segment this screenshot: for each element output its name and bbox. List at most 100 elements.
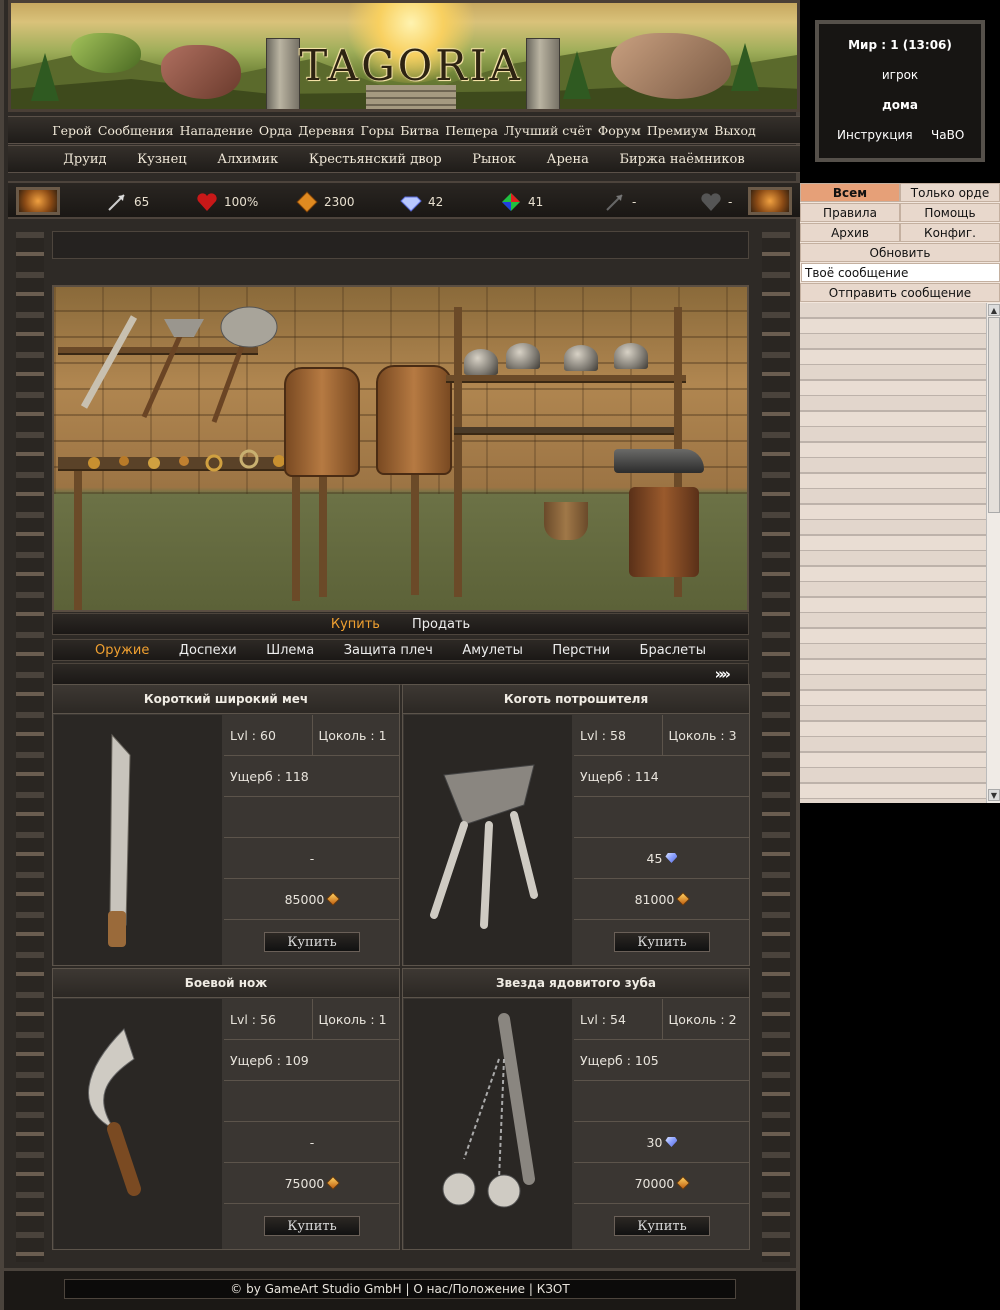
tree-icon	[563, 51, 591, 99]
building-nav-item[interactable]: Алхимик	[217, 152, 278, 167]
trade-tab[interactable]: Продать	[412, 617, 470, 632]
message-strip	[52, 231, 749, 259]
chat-help-button[interactable]: Помощь	[900, 203, 1000, 222]
category-tab[interactable]: Оружие	[95, 643, 149, 658]
helmet-icon	[614, 343, 648, 369]
gem-cost-value: 30	[646, 1134, 663, 1150]
trade-tabs: Купить Продать	[52, 613, 749, 635]
chat-archive-button[interactable]: Архив	[800, 223, 900, 242]
chat-scrollbar[interactable]: ▲ ▼	[986, 303, 1000, 803]
item-stats: Lvl : 58 Цоколь : 3 Ущерб : 114 45 81000 Купи…	[574, 715, 750, 964]
item-level: Lvl : 58	[580, 727, 626, 743]
table-leg	[74, 471, 82, 610]
item-gold-cost: 70000	[574, 1163, 750, 1203]
main-nav-item[interactable]: Орда	[259, 123, 292, 138]
main-nav-item[interactable]: Пещера	[445, 123, 498, 138]
stats-row-buy: Купить	[574, 920, 750, 964]
trade-tab[interactable]: Купить	[331, 617, 380, 632]
category-tab[interactable]: Шлема	[266, 643, 314, 658]
scroll-up-icon[interactable]: ▲	[988, 304, 1000, 316]
building-nav-item[interactable]: Биржа наёмников	[619, 152, 744, 167]
main-nav-item[interactable]: Выход	[714, 123, 755, 138]
resource-bar: 65 100% 2300 42 41 - -	[8, 181, 800, 219]
diamond-icon	[400, 196, 422, 212]
buy-button[interactable]: Купить	[264, 932, 360, 952]
weapon-icon	[88, 1028, 141, 1196]
category-tab[interactable]: Защита плеч	[344, 643, 433, 658]
chat-send-button[interactable]: Отправить сообщение	[800, 283, 1000, 302]
main-nav-item[interactable]: Форум	[598, 123, 641, 138]
stats-row-gold-cost: 85000	[224, 879, 400, 920]
stats-row-damage: Ущерб : 118	[224, 756, 400, 797]
gem-cost-value: -	[309, 850, 315, 866]
gold-value: 2300	[324, 195, 355, 209]
item-name: Короткий широкий меч	[53, 685, 399, 714]
scroll-down-icon[interactable]: ▼	[988, 789, 1000, 801]
chat-refresh-button[interactable]: Обновить	[800, 243, 1000, 262]
building-nav-item[interactable]: Арена	[547, 152, 589, 167]
main-nav-item[interactable]: Горы	[360, 123, 394, 138]
resource-gems: 42	[400, 191, 443, 213]
main-nav-item[interactable]: Битва	[400, 123, 439, 138]
category-tab[interactable]: Перстни	[552, 643, 610, 658]
item-socket: Цоколь : 3	[661, 715, 751, 755]
main-nav-item[interactable]: Сообщения	[98, 123, 174, 138]
blacksmith-scene	[52, 285, 749, 612]
building-nav-item[interactable]: Рынок	[472, 152, 516, 167]
building-nav-item[interactable]: Друид	[63, 152, 106, 167]
item-level: Lvl : 60	[230, 727, 276, 743]
help-link[interactable]: Инструкция	[837, 128, 913, 142]
item-level: Lvl : 56	[230, 1011, 276, 1027]
stats-row-empty	[224, 797, 400, 838]
chat-message-input[interactable]: Твоё сообщение	[801, 263, 1000, 282]
attack-value: 65	[134, 195, 150, 209]
building-nav-item[interactable]: Крестьянский двор	[309, 152, 442, 167]
chat-config-button[interactable]: Конфиг.	[900, 223, 1000, 242]
scroll-thumb[interactable]	[988, 317, 1000, 513]
buy-cell: Купить	[224, 1204, 400, 1248]
item-card: Боевой нож Lvl : 56 Цоколь : 1 Ущерб : 109 -…	[52, 968, 400, 1250]
main-nav-item[interactable]: Герой	[52, 123, 92, 138]
main-nav-item[interactable]: Нападение	[180, 123, 253, 138]
buy-button[interactable]: Купить	[614, 932, 710, 952]
side-ornament-right	[762, 232, 790, 1262]
resource-gold: 2300	[296, 191, 355, 213]
gold-cost-value: 81000	[634, 891, 675, 907]
category-tabs: Оружие Доспехи Шлема Защита плеч Амулеты Перс…	[52, 639, 749, 661]
chat-tab-all[interactable]: Всем	[800, 183, 900, 202]
buy-button[interactable]: Купить	[614, 1216, 710, 1236]
gold-cost-value: 75000	[284, 1175, 325, 1191]
arrow-icon	[108, 194, 125, 211]
chat-rules-button[interactable]: Правила	[800, 203, 900, 222]
game-logo[interactable]: TAGORIA	[291, 41, 531, 90]
faq-link[interactable]: ЧаВО	[931, 128, 964, 142]
main-nav-item[interactable]: Премиум	[647, 123, 708, 138]
armor-stand	[319, 477, 327, 597]
item-image	[404, 999, 572, 1249]
dark-heart-icon	[701, 193, 721, 211]
gem-cost-value: -	[309, 1134, 315, 1150]
player-name[interactable]: игрок	[819, 68, 981, 82]
workbench	[454, 427, 674, 435]
category-tab[interactable]: Амулеты	[462, 643, 523, 658]
shelf-post	[454, 307, 462, 597]
resource-crystals: 41	[500, 191, 543, 213]
chat-tab-horde[interactable]: Только орде	[900, 183, 1000, 202]
helmet-icon	[464, 349, 498, 375]
buy-button[interactable]: Купить	[264, 1216, 360, 1236]
diamond-icon	[665, 853, 678, 863]
category-tab[interactable]: Доспехи	[179, 643, 237, 658]
weapon-icon	[430, 764, 538, 929]
building-nav-item[interactable]: Кузнец	[137, 152, 187, 167]
main-nav-item[interactable]: Деревня	[298, 123, 354, 138]
next-page-button[interactable]: »»	[715, 665, 731, 683]
category-tab[interactable]: Браслеты	[640, 643, 706, 658]
weapon-slot-value: -	[632, 195, 637, 209]
item-gem-cost: 30	[574, 1122, 750, 1162]
footer-text[interactable]: © by GameArt Studio GmbH | О нас/Положен…	[64, 1279, 736, 1299]
main-nav: Герой Сообщения Нападение Орда Деревня Горы Би…	[8, 116, 800, 144]
main-nav-item[interactable]: Лучший счёт	[504, 123, 592, 138]
gold-icon	[676, 892, 691, 906]
item-image	[54, 715, 222, 965]
item-socket: Цоколь : 1	[311, 715, 401, 755]
